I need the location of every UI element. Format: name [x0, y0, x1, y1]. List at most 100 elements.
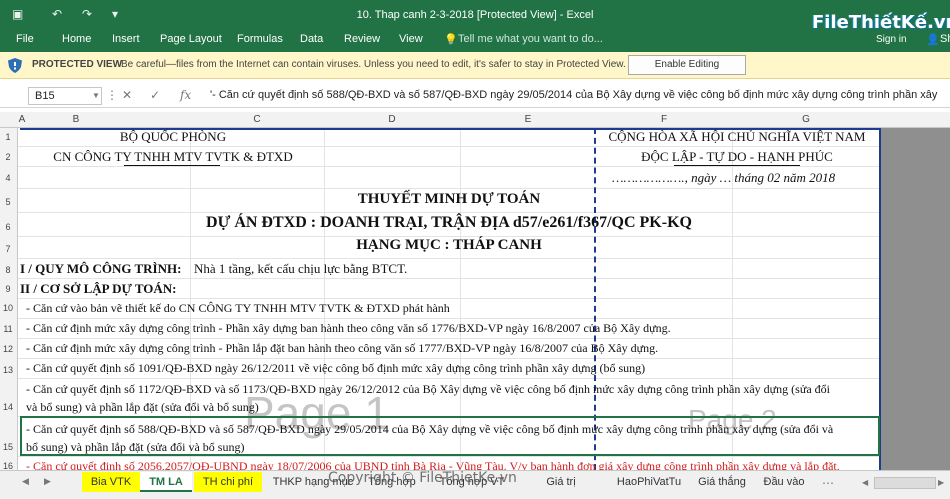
cell-section-2-label[interactable]: II / CƠ SỞ LẬP DỰ TOÁN: — [20, 281, 177, 297]
column-header-b[interactable]: B — [26, 114, 126, 125]
cell-row-11[interactable]: - Căn cứ định mức xây dựng công trình - … — [26, 321, 671, 336]
share-button[interactable]: Sh — [940, 33, 950, 45]
tab-page-layout[interactable]: Page Layout — [160, 33, 222, 45]
gridline — [18, 298, 950, 299]
cell-title-1[interactable]: THUYẾT MINH DỰ TOÁN — [18, 191, 880, 208]
scroll-left-icon[interactable]: ◀ — [862, 478, 868, 487]
name-box-dropdown-icon[interactable]: ▼ — [92, 91, 100, 100]
row-headers: 1 2 4 5 6 7 8 9 10 11 12 13 14 15 16 — [0, 128, 18, 471]
cell-date[interactable]: ………………., ngày … tháng 02 năm 2018 — [612, 170, 835, 186]
enter-icon[interactable]: ✓ — [150, 88, 160, 102]
row-header[interactable]: 5 — [0, 197, 16, 207]
sheet-tab-tm-la[interactable]: TM LA — [140, 472, 192, 492]
cell-org2[interactable]: CN CÔNG TY TNHH MTV TVTK & ĐTXD — [48, 149, 298, 165]
gridline — [18, 318, 950, 319]
site-logo: FileThiếtKế.vn — [808, 12, 950, 42]
row-header[interactable]: 2 — [0, 152, 16, 162]
logo-text: FileThiếtKế.vn — [812, 12, 950, 33]
gridline — [18, 378, 950, 379]
cell-row-10[interactable]: - Căn cứ vào bản vẽ thiết kế do CN CÔNG … — [26, 301, 450, 316]
more-sheets-icon[interactable]: ⋯ — [822, 476, 834, 490]
row-header[interactable]: 10 — [0, 303, 16, 313]
column-header-e[interactable]: E — [460, 114, 596, 125]
protected-view-message: Be careful—files from the Internet can c… — [121, 59, 626, 70]
sheet-tab-gia-thang[interactable]: Giá thắng — [692, 472, 752, 492]
protected-view-label: PROTECTED VIEW — [32, 59, 123, 70]
row-header[interactable]: 4 — [0, 173, 16, 183]
cell-nation[interactable]: CỘNG HÒA XÃ HỘI CHỦ NGHĨA VIỆT NAM — [594, 129, 880, 145]
tab-insert[interactable]: Insert — [112, 33, 140, 45]
shield-icon — [8, 58, 22, 73]
tab-review[interactable]: Review — [344, 33, 380, 45]
sheet-tab-dau-vao[interactable]: Đầu vào — [752, 472, 816, 492]
selected-cell-b15[interactable] — [20, 416, 880, 456]
row-header[interactable]: 1 — [0, 132, 16, 142]
formula-bar: B15 ▼ ⋮ ✕ ✓ fx '- Căn cứ quyết định số 5… — [0, 84, 950, 108]
cell-section-1-label[interactable]: I / QUY MÔ CÔNG TRÌNH: — [20, 261, 181, 277]
cell-row-16[interactable]: - Căn cứ quyết định số 2056,2057/QĐ-UBND… — [26, 459, 840, 470]
sheet-tab-haophivattu[interactable]: HaoPhiVatTu — [606, 472, 692, 492]
column-headers: A B C D E F G — [0, 112, 950, 128]
cell-title-2[interactable]: DỰ ÁN ĐTXD : DOANH TRẠI, TRẬN ĐỊA d57/e2… — [18, 214, 880, 232]
gridline — [18, 146, 950, 147]
gridline — [18, 212, 950, 213]
cell-title-3[interactable]: HẠNG MỤC : THÁP CANH — [18, 237, 880, 254]
cell-org1[interactable]: BỘ QUỐC PHÒNG — [48, 129, 298, 145]
name-box[interactable]: B15 — [28, 87, 102, 105]
motto-underline — [674, 165, 800, 166]
cell-motto[interactable]: ĐỘC LẬP - TỰ DO - HẠNH PHÚC — [594, 149, 880, 165]
tab-file[interactable]: File — [16, 33, 34, 45]
column-header-g[interactable]: G — [732, 114, 880, 125]
gridline — [18, 166, 950, 167]
tell-me-box[interactable]: Tell me what you want to do... — [458, 33, 603, 45]
cell-row-14-line-1[interactable]: - Căn cứ quyết định số 1172/QĐ-BXD và số… — [26, 382, 830, 397]
row-header[interactable]: 14 — [0, 402, 16, 412]
sheet-tab-gia-tri[interactable]: Giá trị — [516, 472, 606, 492]
horizontal-scrollbar[interactable] — [874, 477, 936, 489]
more-options-icon: ⋮ — [106, 88, 118, 102]
gridline — [18, 338, 950, 339]
gridline — [18, 456, 950, 457]
share-icon[interactable]: 👤 — [926, 33, 940, 46]
sign-in-link[interactable]: Sign in — [876, 34, 907, 45]
scroll-tabs-right-icon[interactable]: ▶ — [44, 476, 51, 487]
row-header[interactable]: 9 — [0, 284, 16, 294]
row-header[interactable]: 8 — [0, 265, 16, 275]
row-header[interactable]: 11 — [0, 324, 16, 334]
column-header-a[interactable]: A — [18, 114, 26, 125]
copyright-watermark: Copyright © FileThietKe.vn — [328, 470, 517, 486]
row-header[interactable]: 12 — [0, 344, 16, 354]
row-header[interactable]: 6 — [0, 222, 16, 232]
insert-function-icon[interactable]: fx — [180, 88, 191, 102]
sheet-tab-bia-vtk[interactable]: Bia VTK — [82, 472, 140, 492]
sheet-tab-th-chi-phi[interactable]: TH chi phí — [194, 472, 262, 492]
cell-row-13[interactable]: - Căn cứ quyết định số 1091/QĐ-BXD ngày … — [26, 361, 645, 376]
column-header-f[interactable]: F — [596, 114, 732, 125]
gridline — [18, 358, 950, 359]
enable-editing-button[interactable]: Enable Editing — [628, 55, 746, 75]
tab-formulas[interactable]: Formulas — [237, 33, 283, 45]
scroll-tabs-left-icon[interactable]: ◀ — [22, 476, 29, 487]
protected-view-bar: PROTECTED VIEW Be careful—files from the… — [0, 52, 950, 79]
tab-home[interactable]: Home — [62, 33, 91, 45]
cell-section-1-text[interactable]: Nhà 1 tầng, kết cấu chịu lực bằng BTCT. — [194, 261, 407, 277]
worksheet-grid[interactable]: Page 1 Page 2 BỘ QUỐC PHÒNG CN CÔNG TY T… — [18, 128, 950, 470]
cancel-icon[interactable]: ✕ — [122, 88, 132, 102]
tab-data[interactable]: Data — [300, 33, 323, 45]
cell-row-12[interactable]: - Căn cứ định mức xây dựng công trình - … — [26, 341, 658, 356]
outside-print-area — [880, 128, 950, 470]
row-header[interactable]: 13 — [0, 365, 16, 375]
scroll-right-icon[interactable]: ▶ — [938, 478, 944, 487]
gridline — [18, 188, 950, 189]
column-header-d[interactable]: D — [324, 114, 460, 125]
gridline — [18, 258, 950, 259]
formula-input[interactable]: '- Căn cứ quyết định số 588/QĐ-BXD và số… — [210, 89, 950, 101]
tab-view[interactable]: View — [399, 33, 423, 45]
column-header-c[interactable]: C — [190, 114, 324, 125]
row-header[interactable]: 7 — [0, 244, 16, 254]
cell-row-14-line-2[interactable]: và bổ sung) và phần lắp đặt (sửa đổi và … — [26, 400, 259, 415]
gridline — [18, 278, 950, 279]
lightbulb-icon: 💡 — [444, 34, 458, 46]
org2-underline — [124, 165, 220, 166]
row-header[interactable]: 15 — [0, 442, 16, 452]
